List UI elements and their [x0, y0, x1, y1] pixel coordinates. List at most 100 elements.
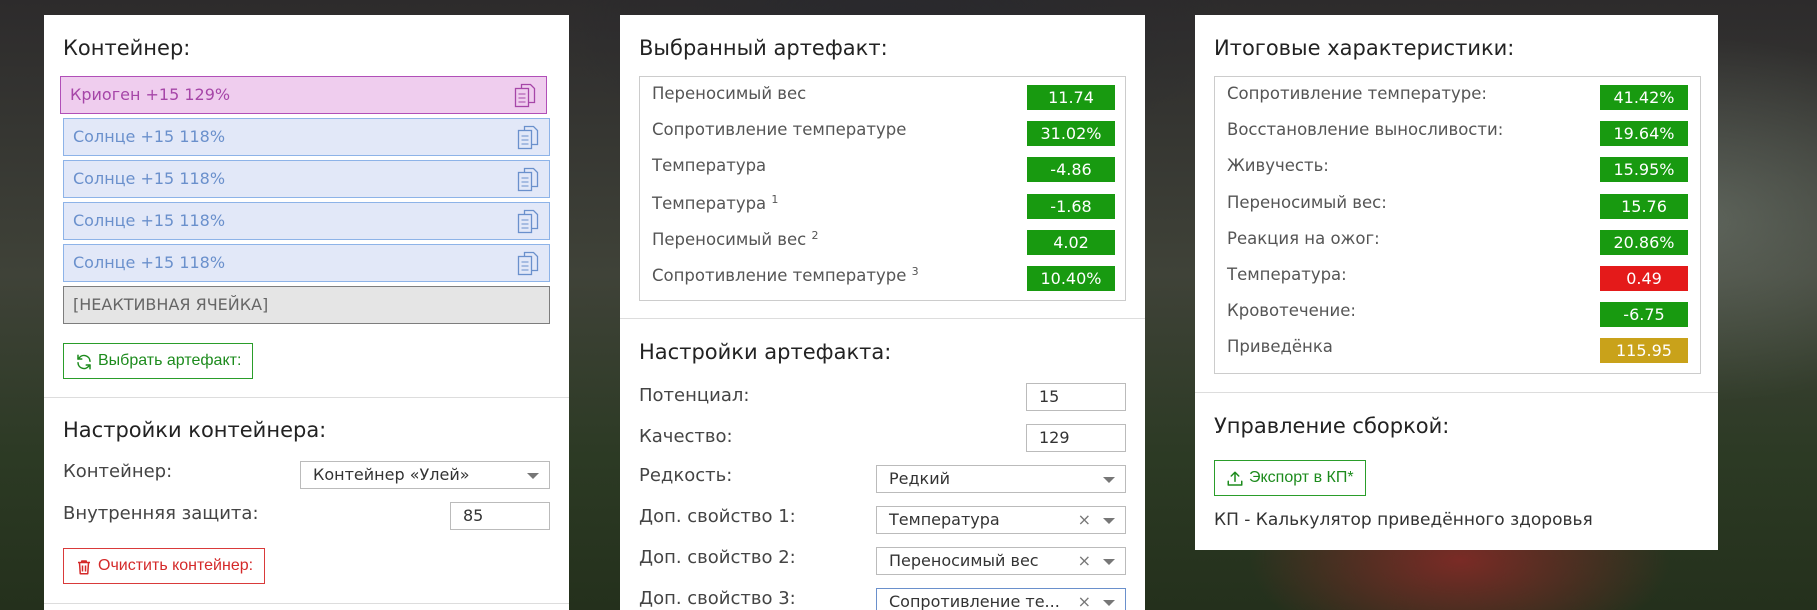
- container-slot[interactable]: Криоген +15 129%: [60, 76, 547, 114]
- protection-input[interactable]: 85: [450, 502, 550, 530]
- choose-artifact-button[interactable]: Выбрать артефакт:: [63, 343, 254, 379]
- container-slot[interactable]: Солнце +15 118%: [63, 244, 550, 282]
- clear-icon[interactable]: ×: [1078, 548, 1091, 574]
- container-type-label: Контейнер:: [63, 461, 173, 482]
- totals-panel: Итоговые характеристики: Сопротивление т…: [1195, 15, 1718, 550]
- artifact-stats-box: Переносимый вес 11.74 Сопротивление темпер…: [639, 76, 1126, 301]
- stat-name: Сопротивление температуре:: [1227, 84, 1487, 103]
- clear-container-button[interactable]: Очистить контейнер:: [63, 548, 266, 584]
- stat-value-badge: 20.86%: [1600, 229, 1688, 255]
- extra1-select[interactable]: Температура ×: [876, 506, 1126, 534]
- chevron-down-icon: [1103, 477, 1115, 483]
- clear-icon[interactable]: ×: [1078, 507, 1091, 533]
- totals-stats-box: Сопротивление температуре: 41.42% Восстано…: [1214, 76, 1701, 374]
- potential-label: Потенциал:: [639, 385, 750, 406]
- stat-name-text: Живучесть:: [1227, 156, 1329, 176]
- container-slot[interactable]: Солнце +15 118%: [63, 202, 550, 240]
- stat-value-badge: 41.42%: [1600, 85, 1688, 110]
- stat-name: Температура:: [1227, 265, 1347, 284]
- stat-name: Сопротивление температуре: [652, 120, 906, 139]
- slot-label: [НЕАКТИВНАЯ ЯЧЕЙКА]: [73, 295, 269, 314]
- extra3-value: Сопротивление те...: [889, 592, 1060, 610]
- container-panel: Контейнер: Криоген +15 129% Солнце +15 11…: [44, 15, 569, 610]
- clear-container-label: Очистить контейнер:: [98, 557, 254, 574]
- stat-name-text: Приведёнка: [1227, 337, 1333, 357]
- stat-row: Температура: 0.49: [1215, 258, 1700, 294]
- quality-input[interactable]: 129: [1026, 424, 1126, 452]
- container-type-select[interactable]: Контейнер «Улей»: [300, 461, 550, 489]
- slot-label: Солнце +15 118%: [73, 253, 226, 272]
- trash-icon: [78, 560, 90, 575]
- stat-name-text: Реакция на ожог:: [1227, 228, 1380, 248]
- stat-name: Переносимый вес: [652, 84, 806, 103]
- stat-name-text: Температура: [652, 193, 767, 213]
- export-button[interactable]: Экспорт в КП*: [1214, 460, 1366, 496]
- artifact-settings-title: Настройки артефакта:: [639, 340, 892, 364]
- stat-name-text: Сопротивление температуре: [652, 266, 907, 285]
- stat-value-badge: -6.75: [1600, 302, 1688, 328]
- container-type-value: Контейнер «Улей»: [313, 465, 470, 484]
- copy-icon[interactable]: [517, 209, 539, 234]
- copy-icon[interactable]: [517, 251, 539, 276]
- stat-footnote-mark: 2: [811, 228, 819, 242]
- stat-value-badge: 15.95%: [1600, 157, 1688, 183]
- copy-icon[interactable]: [517, 167, 539, 192]
- stat-row: Сопротивление температуре: 41.42%: [1215, 77, 1700, 113]
- footnote: КП - Калькулятор приведённого здоровья: [1214, 510, 1593, 530]
- container-slot[interactable]: Солнце +15 118%: [63, 160, 550, 198]
- stat-value-badge: 15.76: [1600, 193, 1688, 219]
- stat-row: Температура -4.86: [640, 149, 1125, 185]
- container-title: Контейнер:: [63, 36, 191, 60]
- protection-label: Внутренняя защита:: [63, 503, 259, 524]
- stat-row: Переносимый вес 11.74: [640, 77, 1125, 113]
- copy-icon[interactable]: [517, 125, 539, 150]
- container-slot[interactable]: Солнце +15 118%: [63, 118, 550, 156]
- extra3-select[interactable]: Сопротивление те... ×: [876, 588, 1126, 610]
- stat-value-badge: 4.02: [1027, 229, 1115, 255]
- extra1-value: Температура: [889, 510, 1000, 529]
- chevron-down-icon: [1103, 559, 1115, 565]
- stat-row: Кровотечение: -6.75: [1215, 294, 1700, 330]
- stat-row: Восстановление выносливости: 19.64%: [1215, 113, 1700, 149]
- stat-value-badge: -4.86: [1027, 157, 1115, 183]
- stat-name: Переносимый вес:: [1227, 193, 1387, 212]
- slot-label: Криоген +15 129%: [70, 85, 231, 104]
- rarity-value: Редкий: [889, 469, 951, 488]
- stat-row: Сопротивление температуре 31.02%: [640, 113, 1125, 149]
- upload-icon: [1227, 471, 1243, 486]
- stat-value-badge: -1.68: [1027, 193, 1115, 219]
- artifact-title: Выбранный артефакт:: [639, 36, 888, 60]
- stat-name: Сопротивление температуре 3: [652, 265, 919, 285]
- clear-icon[interactable]: ×: [1078, 589, 1091, 610]
- stat-row: Реакция на ожог: 20.86%: [1215, 222, 1700, 258]
- chevron-down-icon: [527, 473, 539, 479]
- extra2-label: Доп. свойство 2:: [639, 547, 796, 568]
- stat-name: Живучесть:: [1227, 156, 1329, 175]
- quality-value: 129: [1039, 428, 1070, 447]
- stat-footnote-mark: 1: [771, 192, 779, 206]
- slot-label: Солнце +15 118%: [73, 127, 226, 146]
- container-settings-title: Настройки контейнера:: [63, 418, 327, 442]
- stat-footnote-mark: 3: [911, 265, 919, 278]
- stat-row: Приведёнка 115.95: [1215, 330, 1700, 366]
- copy-icon[interactable]: [514, 83, 536, 108]
- export-label: Экспорт в КП*: [1249, 469, 1354, 486]
- stat-name-text: Кровотечение:: [1227, 301, 1356, 321]
- rarity-select[interactable]: Редкий: [876, 465, 1126, 493]
- refresh-icon: [77, 354, 91, 370]
- potential-input[interactable]: 15: [1026, 383, 1126, 411]
- extra2-select[interactable]: Переносимый вес ×: [876, 547, 1126, 575]
- extra3-label: Доп. свойство 3:: [639, 588, 796, 609]
- stat-value-badge: 0.49: [1600, 266, 1688, 291]
- stat-row: Переносимый вес: 15.76: [1215, 186, 1700, 222]
- divider: [44, 603, 569, 604]
- slot-label: Солнце +15 118%: [73, 169, 226, 188]
- stat-value-badge: 115.95: [1600, 338, 1688, 364]
- protection-value: 85: [463, 506, 484, 525]
- potential-value: 15: [1039, 387, 1060, 406]
- stat-name-text: Сопротивление температуре: [652, 120, 907, 140]
- divider: [1195, 392, 1718, 393]
- stat-name: Приведёнка: [1227, 337, 1333, 356]
- choose-artifact-label: Выбрать артефакт:: [98, 352, 242, 369]
- divider: [44, 397, 569, 398]
